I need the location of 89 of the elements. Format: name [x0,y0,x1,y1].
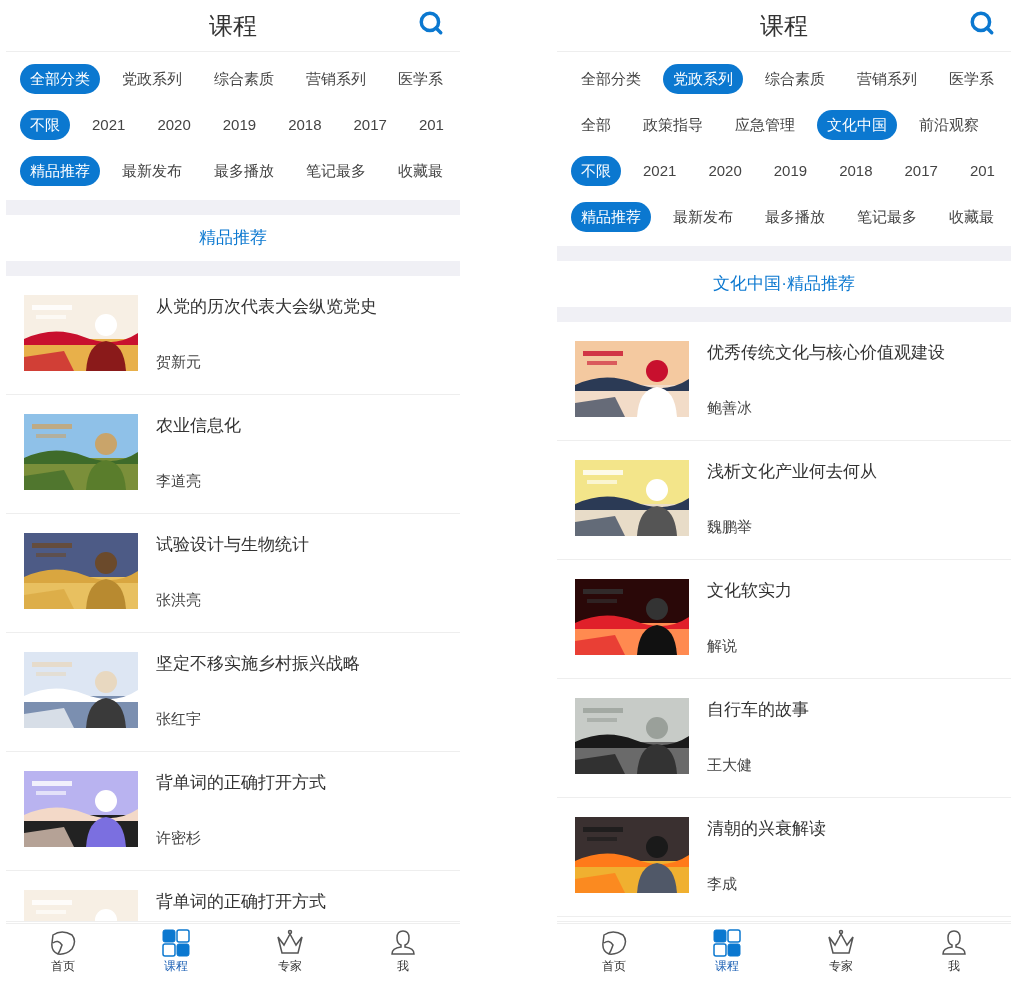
course-author: 张红宇 [156,709,202,729]
course-title: 优秀传统文化与核心价值观建设 [707,342,945,364]
filter-chip[interactable]: 全部 [571,110,621,140]
filter-chip[interactable]: 精品推荐 [571,202,651,232]
course-author: 李道亮 [156,471,202,491]
filter-chip[interactable]: 政策指导 [633,110,713,140]
search-icon[interactable] [418,10,444,36]
filter-chip[interactable]: 2018 [278,110,332,140]
filter-chip[interactable]: 营销系列 [847,64,927,94]
nav-tab[interactable]: 专家 [233,924,347,981]
filter-chip[interactable]: 收藏最 [939,202,1004,232]
filter-chip[interactable]: 综合素质 [204,64,284,94]
filter-chip[interactable]: 最新发布 [663,202,743,232]
course-author: 贺新元 [156,352,202,372]
course-item[interactable]: 浅析文化产业何去何从 魏鹏举 [557,441,1011,560]
nav-tab[interactable]: 首页 [557,924,671,981]
course-item[interactable]: 农业信息化 李道亮 [6,395,460,514]
course-title: 背单词的正确打开方式 [156,772,326,794]
filter-chip[interactable]: 党政系列 [112,64,192,94]
course-item[interactable]: 清朝的兴衰解读 李成 [557,798,1011,917]
filter-chip[interactable]: 精品推荐 [20,156,100,186]
course-title: 从党的历次代表大会纵览党史 [156,296,377,318]
filter-chip[interactable]: 2021 [82,110,136,140]
course-item[interactable]: 优秀传统文化与核心价值观建设 鲍善冰 [557,322,1011,441]
filter-chip[interactable]: 医学系 [939,64,1004,94]
filter-chip[interactable]: 应急管理 [725,110,805,140]
filter-chip[interactable]: 最多播放 [755,202,835,232]
filter-chip[interactable]: 2018 [829,156,883,186]
course-title: 浅析文化产业何去何从 [707,461,877,483]
filter-chip[interactable]: 前沿观察 [909,110,989,140]
course-title: 坚定不移实施乡村振兴战略 [156,653,360,675]
course-item[interactable]: 试验设计与生物统计 张洪亮 [6,514,460,633]
nav-tab[interactable]: 我 [346,924,460,981]
course-author: 鲍善冰 [707,398,753,418]
nav-tab[interactable]: 专家 [784,924,898,981]
course-title: 试验设计与生物统计 [156,534,309,556]
course-item[interactable]: 从党的历次代表大会纵览党史 贺新元 [6,276,460,395]
course-item[interactable]: 自行车的故事 王大健 [557,679,1011,798]
course-item[interactable]: 坚定不移实施乡村振兴战略 张红宇 [6,633,460,752]
filter-chip[interactable]: 笔记最多 [847,202,927,232]
nav-tab[interactable]: 首页 [6,924,120,981]
filter-chip[interactable]: 201 [408,110,454,140]
page-title: 课程 [760,10,808,41]
filter-chip[interactable]: 2021 [633,156,687,186]
filter-chip[interactable]: 201 [959,156,1005,186]
course-title: 自行车的故事 [707,699,809,721]
grid-icon [712,929,743,957]
course-author: 许密杉 [156,828,202,848]
filter-chip[interactable]: 医学系 [388,64,453,94]
course-author: 张洪亮 [156,590,202,610]
course-author: 解说 [707,636,738,656]
course-item[interactable]: 文化软实力 解说 [557,560,1011,679]
course-title: 农业信息化 [156,415,241,437]
course-author: 魏鹏举 [707,517,753,537]
course-item[interactable]: 背单词的正确打开方式 许密杉 [6,752,460,871]
filter-chip[interactable]: 营销系列 [296,64,376,94]
filter-chip[interactable]: 2020 [698,156,752,186]
filter-chip[interactable]: 最新发布 [112,156,192,186]
grid-icon [161,929,192,957]
nav-tab[interactable]: 课程 [119,924,233,981]
filter-chip[interactable]: 收藏最 [388,156,453,186]
filter-chip[interactable]: 不限 [571,156,621,186]
filter-chip[interactable]: 笔记最多 [296,156,376,186]
page-title: 课程 [209,10,257,41]
search-icon[interactable] [969,10,995,36]
filter-chip[interactable]: 2019 [763,156,818,186]
filter-chip[interactable]: 全部分类 [571,64,651,94]
filter-chip[interactable]: 2019 [212,110,267,140]
course-author: 王大健 [707,755,753,775]
filter-chip[interactable]: 2020 [147,110,201,140]
course-title: 文化软实力 [707,580,792,602]
course-author: 李成 [707,874,738,894]
filter-chip[interactable]: 党政系列 [663,64,743,94]
crown-icon [274,929,305,957]
section-title: 文化中国·精品推荐 [713,273,855,296]
nav-tab[interactable]: 我 [897,924,1011,981]
course-title: 清朝的兴衰解读 [707,818,826,840]
filter-chip[interactable]: 最多播放 [204,156,284,186]
filter-chip[interactable]: 全部分类 [20,64,100,94]
filter-chip[interactable]: 2017 [343,110,397,140]
filter-chip[interactable]: 文化中国 [817,110,897,140]
section-title: 精品推荐 [199,227,267,250]
filter-chip[interactable]: 2017 [894,156,948,186]
course-title: 背单词的正确打开方式 [156,891,326,913]
nav-tab[interactable]: 课程 [670,924,784,981]
crown-icon [825,929,856,957]
filter-chip[interactable]: 综合素质 [755,64,835,94]
filter-chip[interactable]: 不限 [20,110,70,140]
course-item[interactable]: 背单词的正确打开方式 [6,871,460,921]
